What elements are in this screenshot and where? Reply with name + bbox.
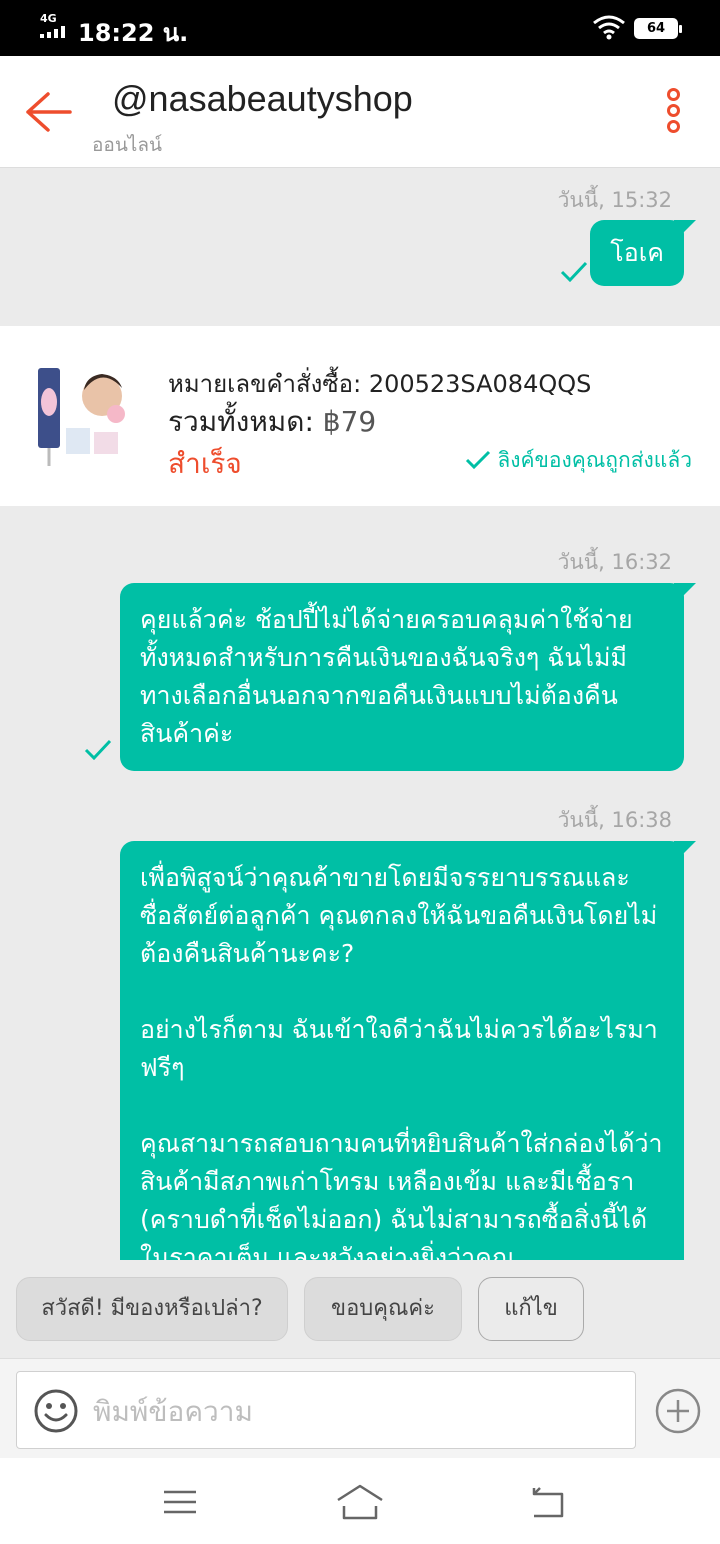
- message-bubble[interactable]: เพื่อพิสูจน์ว่าคุณค้าขายโดยมีจรรยาบรรณแล…: [120, 841, 696, 1260]
- order-total-value: ฿79: [322, 405, 377, 438]
- shop-name[interactable]: @nasabeautyshop: [112, 78, 413, 120]
- order-card[interactable]: หมายเลขคำสั่งซื้อ: 200523SA084QQS รวมทั้…: [0, 326, 720, 506]
- quick-reply-greeting[interactable]: สวัสดี! มีของหรือเปล่า?: [16, 1277, 288, 1341]
- message-timestamp: วันนี้, 16:38: [557, 808, 672, 832]
- quick-reply-edit[interactable]: แก้ไข: [478, 1277, 584, 1341]
- composer: [0, 1358, 720, 1458]
- message-text: เพื่อพิสูจน์ว่าคุณค้าขายโดยมีจรรยาบรรณแล…: [140, 863, 658, 968]
- order-total-label: รวมทั้งหมด:: [168, 405, 314, 438]
- message-text: คุยแล้วค่ะ ช้อปปี้ไม่ได้จ่ายครอบคลุมค่าใ…: [140, 605, 633, 748]
- back-icon[interactable]: [522, 1482, 574, 1522]
- quick-reply-thanks[interactable]: ขอบคุณค่ะ: [304, 1277, 462, 1341]
- message-input-box[interactable]: [16, 1371, 636, 1449]
- chat-messages[interactable]: วันนี้, 15:32 โอเค หมายเลขคำสั่งซื้อ: 20…: [0, 168, 720, 1260]
- menu-icon[interactable]: [154, 1482, 206, 1522]
- link-sent-label: ลิงค์ของคุณถูกส่งแล้ว: [497, 448, 692, 472]
- sent-check-icon: [560, 261, 588, 282]
- clock: 18:22 น.: [78, 19, 189, 47]
- network-type: 4G: [40, 12, 57, 25]
- signal-icon: [40, 26, 70, 38]
- home-icon[interactable]: [334, 1482, 386, 1522]
- product-thumbnail: [32, 362, 138, 468]
- message-text: อย่างไรก็ตาม ฉันเข้าใจดีว่าฉันไม่ควรได้อ…: [140, 1015, 658, 1082]
- add-attachment-icon[interactable]: [654, 1387, 702, 1435]
- chat-header: @nasabeautyshop ออนไลน์: [0, 56, 720, 168]
- sent-check-icon: [84, 739, 112, 760]
- message-bubble[interactable]: โอเค: [590, 220, 696, 286]
- more-options-icon[interactable]: [660, 88, 686, 138]
- order-status: สำเร็จ: [168, 447, 242, 480]
- message-text: โอเค: [610, 238, 664, 267]
- check-icon: [466, 450, 491, 470]
- system-nav-bar: [0, 1458, 720, 1544]
- link-sent-status: ลิงค์ของคุณถูกส่งแล้ว: [465, 444, 692, 477]
- order-total: รวมทั้งหมด: ฿79: [168, 400, 376, 444]
- message-timestamp: วันนี้, 16:32: [557, 550, 672, 574]
- status-bar: 4G 18:22 น. 64: [0, 0, 720, 56]
- emoji-icon[interactable]: [33, 1388, 79, 1434]
- message-timestamp: วันนี้, 15:32: [557, 188, 672, 212]
- message-bubble[interactable]: คุยแล้วค่ะ ช้อปปี้ไม่ได้จ่ายครอบคลุมค่าใ…: [120, 583, 696, 771]
- wifi-icon: [593, 15, 625, 40]
- back-arrow-icon[interactable]: [22, 90, 74, 134]
- quick-replies: สวัสดี! มีของหรือเปล่า? ขอบคุณค่ะ แก้ไข: [0, 1260, 720, 1358]
- message-text: คุณสามารถสอบถามคนที่หยิบสินค้าใส่กล่องได…: [140, 1129, 663, 1260]
- message-input[interactable]: [93, 1388, 613, 1434]
- online-status: ออนไลน์: [92, 134, 162, 156]
- battery-icon: 64: [634, 18, 682, 39]
- order-number: หมายเลขคำสั่งซื้อ: 200523SA084QQS: [168, 370, 592, 398]
